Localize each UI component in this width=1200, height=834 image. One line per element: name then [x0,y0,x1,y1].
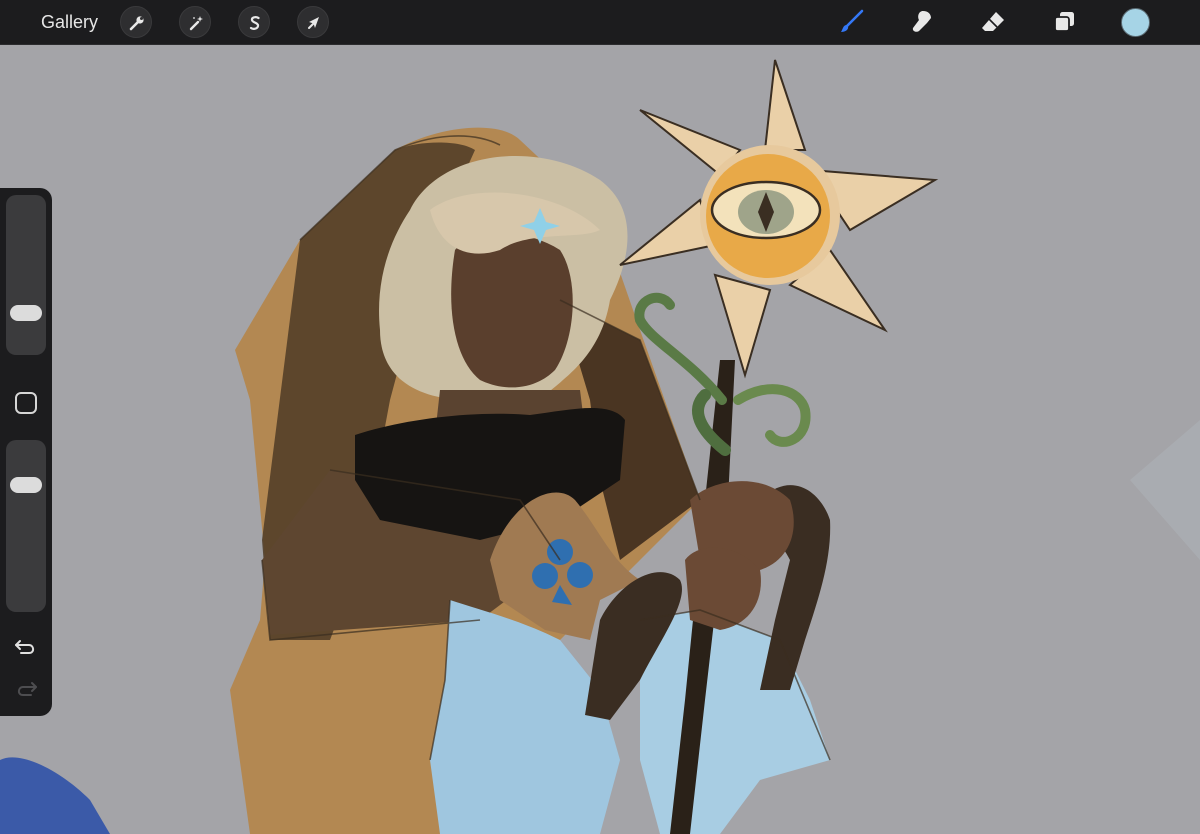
brooch-gem-2 [532,563,558,589]
brush-size-slider[interactable] [6,195,46,355]
modify-square-button[interactable] [15,392,37,414]
undo-icon [15,640,35,654]
drawing-canvas[interactable] [0,45,1200,834]
layers-icon [1054,12,1074,32]
redo-button[interactable] [13,677,39,701]
brush-size-thumb[interactable] [10,305,42,322]
selection-s-icon [249,16,260,30]
arrow-cursor-icon [308,17,319,29]
adjustments-button[interactable] [179,6,211,38]
brooch-gem-3 [567,562,593,588]
gallery-button[interactable]: Gallery [41,11,98,33]
magic-wand-icon [189,16,203,31]
layers-button[interactable] [1049,6,1081,38]
left-sidebar [0,188,52,716]
top-toolbar: Gallery [0,0,1200,45]
opacity-thumb[interactable] [10,476,42,493]
redo-icon [17,682,37,696]
selection-button[interactable] [238,6,270,38]
brush-icon [841,9,864,32]
wrench-icon [129,16,144,31]
undo-button[interactable] [13,635,39,659]
brooch-gem-1 [547,539,573,565]
transform-button[interactable] [297,6,329,38]
color-picker-button[interactable] [1121,8,1150,37]
brush-tool-button[interactable] [835,6,867,38]
eraser-icon [982,12,1004,31]
opacity-slider[interactable] [6,440,46,612]
face [451,233,573,388]
actions-button[interactable] [120,6,152,38]
smudge-tool-button[interactable] [906,6,938,38]
smudge-finger-icon [912,11,931,32]
eraser-tool-button[interactable] [977,6,1009,38]
